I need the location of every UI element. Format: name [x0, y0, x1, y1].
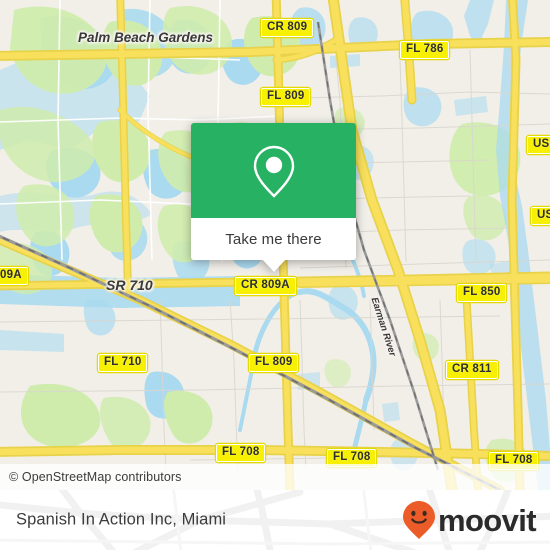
moovit-logo[interactable]: moovit [402, 500, 537, 540]
road-shield-us-1-north[interactable]: US 1 [527, 136, 550, 154]
popup-icon-area [191, 123, 356, 218]
take-me-there-label: Take me there [225, 230, 322, 248]
road-shield-fl-786[interactable]: FL 786 [400, 41, 450, 59]
road-shield-cr-809[interactable]: CR 809 [261, 19, 314, 37]
location-popup-card[interactable]: Take me there [191, 123, 356, 272]
map-canvas[interactable]: Palm Beach Gardens SR 710 Earman River C… [0, 0, 550, 490]
moovit-map-screenshot: Palm Beach Gardens SR 710 Earman River C… [0, 0, 550, 550]
road-shield-fl-710[interactable]: FL 710 [98, 354, 148, 372]
road-shield-cr-811[interactable]: CR 811 [446, 361, 498, 379]
take-me-there-button[interactable]: Take me there [191, 218, 356, 260]
place-label-sr-710: SR 710 [106, 277, 153, 293]
road-shield-fl-809-south[interactable]: FL 809 [249, 354, 299, 372]
road-shield-fl-809-north[interactable]: FL 809 [261, 88, 311, 106]
moovit-smiley-pin-icon [402, 501, 435, 539]
popup-pointer-tail [261, 259, 286, 272]
road-shield-fl-708-west[interactable]: FL 708 [216, 444, 266, 462]
map-attribution-bar: © OpenStreetMap contributors [0, 464, 550, 490]
map-pin-icon [253, 145, 294, 198]
footer-bar: Spanish In Action Inc, Miami moovit [0, 490, 550, 550]
road-shield-fl-850[interactable]: FL 850 [457, 284, 507, 302]
place-label-palm-beach-gardens: Palm Beach Gardens [78, 30, 214, 45]
road-shield-cr-809a-west[interactable]: 09A [0, 267, 28, 285]
osm-attribution-text[interactable]: © OpenStreetMap contributors [0, 470, 182, 484]
page-title: Spanish In Action Inc, Miami [16, 510, 227, 529]
moovit-wordmark: moovit [437, 502, 537, 538]
road-shield-cr-809a[interactable]: CR 809A [235, 277, 296, 295]
road-shield-us-1-south[interactable]: US 1 [531, 207, 550, 225]
